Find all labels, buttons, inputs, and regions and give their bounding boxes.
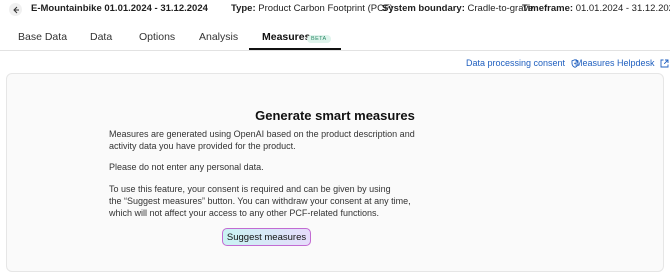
external-link-icon xyxy=(660,59,669,68)
intro-paragraph: Measures are generated using OpenAI base… xyxy=(109,128,439,152)
page-header: E-Mountainbike 01.01.2024 - 31.12.2024 T… xyxy=(0,0,670,18)
active-tab-indicator xyxy=(249,48,341,50)
type-info: Type: Product Carbon Footprint (PCF) xyxy=(231,3,393,14)
beta-badge: BETA xyxy=(307,35,331,43)
tab-measures[interactable]: Measures xyxy=(262,31,310,43)
boundary-info: System boundary: Cradle-to-grave xyxy=(382,3,534,14)
measures-helpdesk-link[interactable]: Measures Helpdesk xyxy=(575,58,669,68)
back-button[interactable] xyxy=(9,3,22,16)
consent-paragraph: To use this feature, your consent is req… xyxy=(109,183,439,219)
arrow-left-icon xyxy=(12,6,19,13)
timeframe-label: Timeframe: xyxy=(522,3,574,14)
intro-line-1: Measures are generated using OpenAI base… xyxy=(109,129,415,139)
intro-line-2: activity data you have provided for the … xyxy=(109,141,296,151)
type-label: Type: xyxy=(231,3,256,14)
product-title: E-Mountainbike 01.01.2024 - 31.12.2024 xyxy=(31,3,208,14)
consent-link-label: Data processing consent xyxy=(466,58,566,68)
type-value: Product Carbon Footprint (PCF) xyxy=(258,3,393,14)
boundary-label: System boundary: xyxy=(382,3,465,14)
data-processing-consent-link[interactable]: Data processing consent xyxy=(466,58,579,68)
tab-data[interactable]: Data xyxy=(90,31,112,43)
consent-line-3: which will not affect your access to any… xyxy=(109,208,379,218)
tab-base-data[interactable]: Base Data xyxy=(18,31,67,43)
consent-line-2: the “Suggest measures” button. You can w… xyxy=(109,196,411,206)
timeframe-info: Timeframe: 01.01.2024 - 31.12.2024 xyxy=(522,3,670,14)
timeframe-value: 01.01.2024 - 31.12.2024 xyxy=(575,3,670,14)
personal-data-notice: Please do not enter any personal data. xyxy=(109,162,264,172)
tab-analysis[interactable]: Analysis xyxy=(199,31,238,43)
suggest-measures-button[interactable]: Suggest measures xyxy=(222,228,311,246)
helpdesk-link-label: Measures Helpdesk xyxy=(575,58,655,68)
consent-line-1: To use this feature, your consent is req… xyxy=(109,184,391,194)
tab-options[interactable]: Options xyxy=(139,31,175,43)
page-title: Generate smart measures xyxy=(255,108,415,123)
